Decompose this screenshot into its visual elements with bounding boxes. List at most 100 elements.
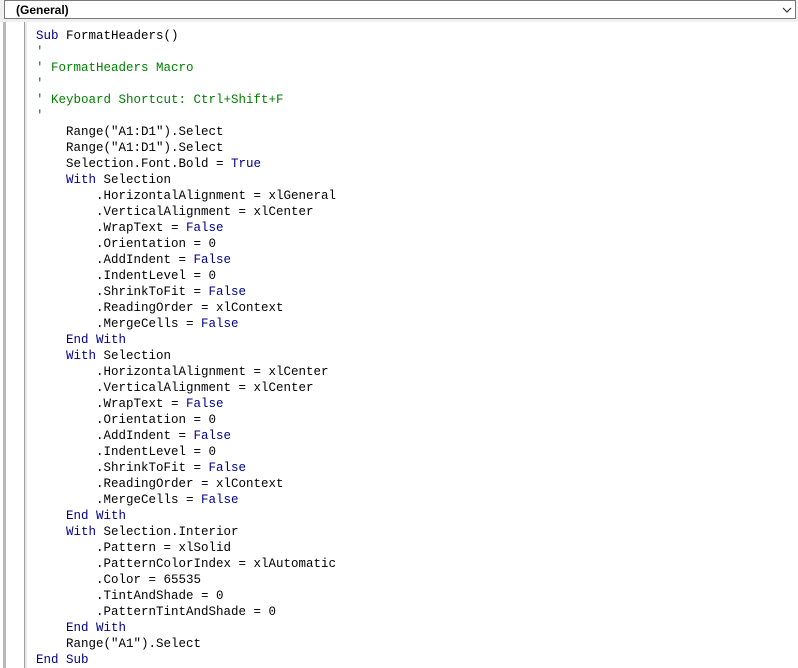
code-line[interactable]: .VerticalAlignment = xlCenter — [36, 380, 786, 396]
margin-separator — [25, 22, 27, 668]
code-token: .Orientation = 0 — [36, 237, 217, 251]
code-line[interactable]: Range("A1:D1").Select — [36, 140, 786, 156]
code-line[interactable]: Sub FormatHeaders() — [36, 28, 786, 44]
code-token: .ReadingOrder = xlContext — [36, 477, 284, 491]
code-token: .PatternTintAndShade = 0 — [36, 605, 277, 619]
code-line[interactable]: .PatternColorIndex = xlAutomatic — [36, 556, 786, 572]
code-keyword: With — [66, 173, 97, 187]
code-token: .MergeCells = — [36, 493, 202, 507]
code-token: FormatHeaders() — [58, 29, 179, 43]
code-keyword: True — [231, 157, 262, 171]
code-keyword: False — [193, 253, 232, 267]
code-text[interactable]: Sub FormatHeaders() ' ' FormatHeaders Macr… — [36, 28, 786, 668]
code-line[interactable]: .IndentLevel = 0 — [36, 268, 786, 284]
code-token: Selection — [96, 349, 172, 363]
code-token: Range("A1:D1").Select — [36, 141, 224, 155]
code-keyword: End With — [66, 333, 127, 347]
code-token: .WrapText = — [36, 221, 187, 235]
code-line[interactable]: Range("A1").Select — [36, 636, 786, 652]
code-line[interactable]: Selection.Font.Bold = True — [36, 156, 786, 172]
code-comment: ' — [36, 77, 44, 91]
code-token: .ReadingOrder = xlContext — [36, 301, 284, 315]
code-line[interactable]: ' — [36, 76, 786, 92]
code-line[interactable]: ' FormatHeaders Macro — [36, 60, 786, 76]
code-keyword: Sub — [36, 29, 59, 43]
code-line[interactable]: End With — [36, 620, 786, 636]
code-line[interactable]: ' — [36, 44, 786, 60]
code-token: Selection — [96, 173, 172, 187]
code-token: .ShrinkToFit = — [36, 285, 209, 299]
code-line[interactable]: .IndentLevel = 0 — [36, 444, 786, 460]
code-line[interactable]: .HorizontalAlignment = xlGeneral — [36, 188, 786, 204]
code-keyword: False — [208, 285, 247, 299]
procedure-combo[interactable]: (General) — [4, 0, 796, 19]
code-keyword: False — [186, 221, 224, 235]
code-token: .TintAndShade = 0 — [36, 589, 224, 603]
code-token: Selection.Interior — [96, 525, 239, 539]
code-token: Range("A1").Select — [36, 637, 202, 651]
code-line[interactable]: .ShrinkToFit = False — [36, 460, 786, 476]
code-line[interactable]: ' Keyboard Shortcut: Ctrl+Shift+F — [36, 92, 786, 108]
code-token: .PatternColorIndex = xlAutomatic — [36, 557, 337, 571]
code-line[interactable]: .Orientation = 0 — [36, 236, 786, 252]
code-line[interactable]: .Orientation = 0 — [36, 412, 786, 428]
code-line[interactable]: Range("A1:D1").Select — [36, 124, 786, 140]
code-token: .IndentLevel = 0 — [36, 445, 217, 459]
code-token: .WrapText = — [36, 397, 187, 411]
code-keyword: With — [66, 525, 97, 539]
code-line[interactable]: .TintAndShade = 0 — [36, 588, 786, 604]
code-token: .HorizontalAlignment = xlGeneral — [36, 189, 337, 203]
code-keyword: False — [201, 317, 239, 331]
code-line[interactable]: End Sub — [36, 652, 786, 668]
code-token: .ShrinkToFit = — [36, 461, 209, 475]
code-token: .Pattern = xlSolid — [36, 541, 232, 555]
code-token: .AddIndent = — [36, 429, 194, 443]
code-line[interactable]: .MergeCells = False — [36, 492, 786, 508]
code-line[interactable]: .ReadingOrder = xlContext — [36, 476, 786, 492]
code-line[interactable]: .WrapText = False — [36, 396, 786, 412]
code-line[interactable]: .HorizontalAlignment = xlCenter — [36, 364, 786, 380]
code-line[interactable]: .PatternTintAndShade = 0 — [36, 604, 786, 620]
code-line[interactable]: .MergeCells = False — [36, 316, 786, 332]
margin-indicator-bar[interactable] — [6, 22, 25, 668]
code-line[interactable]: .ShrinkToFit = False — [36, 284, 786, 300]
code-keyword: False — [186, 397, 224, 411]
code-line[interactable]: With Selection.Interior — [36, 524, 786, 540]
code-keyword: False — [201, 493, 239, 507]
code-keyword: False — [208, 461, 247, 475]
code-token: .VerticalAlignment = xlCenter — [36, 205, 314, 219]
code-line[interactable]: .ReadingOrder = xlContext — [36, 300, 786, 316]
code-token: .AddIndent = — [36, 253, 194, 267]
chevron-down-icon[interactable] — [778, 1, 795, 18]
code-line[interactable]: ' — [36, 108, 786, 124]
code-line[interactable]: With Selection — [36, 348, 786, 364]
code-keyword: With — [66, 349, 97, 363]
code-token: .MergeCells = — [36, 317, 202, 331]
code-token: .VerticalAlignment = xlCenter — [36, 381, 314, 395]
procedure-combo-value: (General) — [16, 3, 69, 17]
code-line[interactable]: .WrapText = False — [36, 220, 786, 236]
code-token: Selection.Font.Bold = — [36, 157, 232, 171]
code-keyword: False — [193, 429, 232, 443]
code-token: .HorizontalAlignment = xlCenter — [36, 365, 329, 379]
code-keyword: End Sub — [36, 653, 89, 667]
code-line[interactable]: End With — [36, 508, 786, 524]
code-keyword: End With — [66, 509, 127, 523]
code-line[interactable]: .Pattern = xlSolid — [36, 540, 786, 556]
procedure-toolbar: (General) — [0, 0, 798, 23]
code-token: .IndentLevel = 0 — [36, 269, 217, 283]
code-line[interactable]: .Color = 65535 — [36, 572, 786, 588]
code-token: .Color = 65535 — [36, 573, 202, 587]
code-line[interactable]: .AddIndent = False — [36, 428, 786, 444]
code-comment: ' Keyboard Shortcut: Ctrl+Shift+F — [36, 93, 284, 107]
code-line[interactable]: .AddIndent = False — [36, 252, 786, 268]
code-line[interactable]: With Selection — [36, 172, 786, 188]
code-line[interactable]: .VerticalAlignment = xlCenter — [36, 204, 786, 220]
code-line[interactable]: End With — [36, 332, 786, 348]
